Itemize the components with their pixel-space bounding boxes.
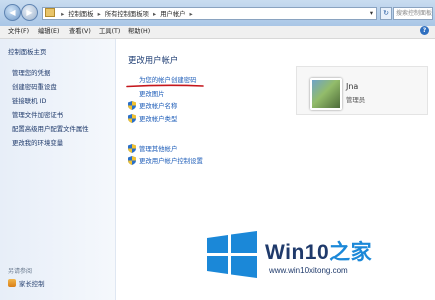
breadcrumb-separator: ▸ (97, 11, 101, 18)
menu-help[interactable]: 帮助(H) (128, 27, 150, 37)
change-account-type-link[interactable]: 更改帐户类型 (139, 114, 177, 123)
back-button[interactable]: ◀ (4, 4, 21, 21)
chevron-down-icon[interactable]: ▾ (370, 8, 373, 19)
refresh-button[interactable]: ↻ (380, 7, 392, 20)
menu-tools[interactable]: 工具(T) (99, 27, 120, 37)
see-also-heading: 另请参阅 (8, 268, 33, 275)
left-nav (0, 39, 116, 300)
nav-parental-controls[interactable]: 家长控制 (8, 279, 45, 288)
nav-encryption-certs[interactable]: 管理文件加密证书 (12, 110, 63, 119)
user-role: 管理员 (346, 96, 366, 104)
shield-icon (128, 144, 136, 153)
watermark-brand-suffix: 之家 (329, 241, 373, 264)
watermark-brand: Win10之家 (265, 236, 372, 266)
search-input[interactable]: 搜索控制面板 (393, 7, 433, 20)
create-password-link[interactable]: 为您的帐户创建密码 (139, 75, 197, 84)
breadcrumb-control-panel[interactable]: 控制面板 (68, 11, 93, 18)
nav-password-reset-disk[interactable]: 创建密码重设盘 (12, 82, 57, 91)
breadcrumb-user-accounts[interactable]: 用户帐户 (160, 11, 185, 18)
breadcrumb-separator: ▸ (153, 11, 157, 18)
menu-view[interactable]: 查看(V) (69, 27, 91, 37)
folder-icon (45, 8, 55, 17)
menu-file[interactable]: 文件(F) (8, 27, 29, 37)
watermark-url: www.win10xitong.com (269, 266, 348, 275)
address-field[interactable]: ▸ 控制面板 ▸ 所有控制面板项 ▸ 用户帐户 ▸ ▾ (42, 7, 377, 20)
nav-manage-credentials[interactable]: 管理您的凭据 (12, 68, 50, 77)
menu-bar: 文件(F) 编辑(E) 查看(V) 工具(T) 帮助(H) ? (0, 26, 435, 39)
shield-icon (128, 114, 136, 123)
nav-environment-variables[interactable]: 更改我的环境变量 (12, 138, 63, 147)
windows-logo-icon (207, 231, 257, 278)
menu-edit[interactable]: 编辑(E) (38, 27, 60, 37)
change-picture-link[interactable]: 更改图片 (139, 89, 165, 98)
watermark-brand-prefix: Win10 (265, 241, 330, 264)
uac-settings-link[interactable]: 更改用户帐户控制设置 (139, 156, 203, 165)
shield-icon (128, 156, 136, 165)
address-bar-area: ◀ ▶ ▸ 控制面板 ▸ 所有控制面板项 ▸ 用户帐户 ▸ ▾ ↻ 搜索控制面板 (0, 0, 435, 26)
help-icon[interactable]: ? (420, 26, 429, 35)
nav-advanced-profile[interactable]: 配置高级用户配置文件属性 (12, 124, 89, 133)
parental-controls-label: 家长控制 (19, 280, 45, 288)
forward-button[interactable]: ▶ (21, 4, 38, 21)
red-underline-annotation (126, 84, 204, 88)
change-account-name-link[interactable]: 更改帐户名称 (139, 101, 177, 110)
user-name: Jna (346, 82, 359, 91)
manage-other-accounts-link[interactable]: 管理其他帐户 (139, 144, 177, 153)
breadcrumb-separator: ▸ (189, 11, 193, 18)
avatar (310, 78, 342, 110)
nav-control-panel-home[interactable]: 控制面板主页 (8, 47, 46, 56)
breadcrumb-all-items[interactable]: 所有控制面板项 (105, 11, 149, 18)
nav-link-online-id[interactable]: 链接联机 ID (12, 96, 46, 105)
search-placeholder: 搜索控制面板 (396, 10, 433, 17)
page-title: 更改用户帐户 (128, 55, 179, 65)
breadcrumb-separator: ▸ (61, 11, 65, 18)
shield-icon (128, 101, 136, 110)
family-safety-icon (8, 279, 16, 287)
